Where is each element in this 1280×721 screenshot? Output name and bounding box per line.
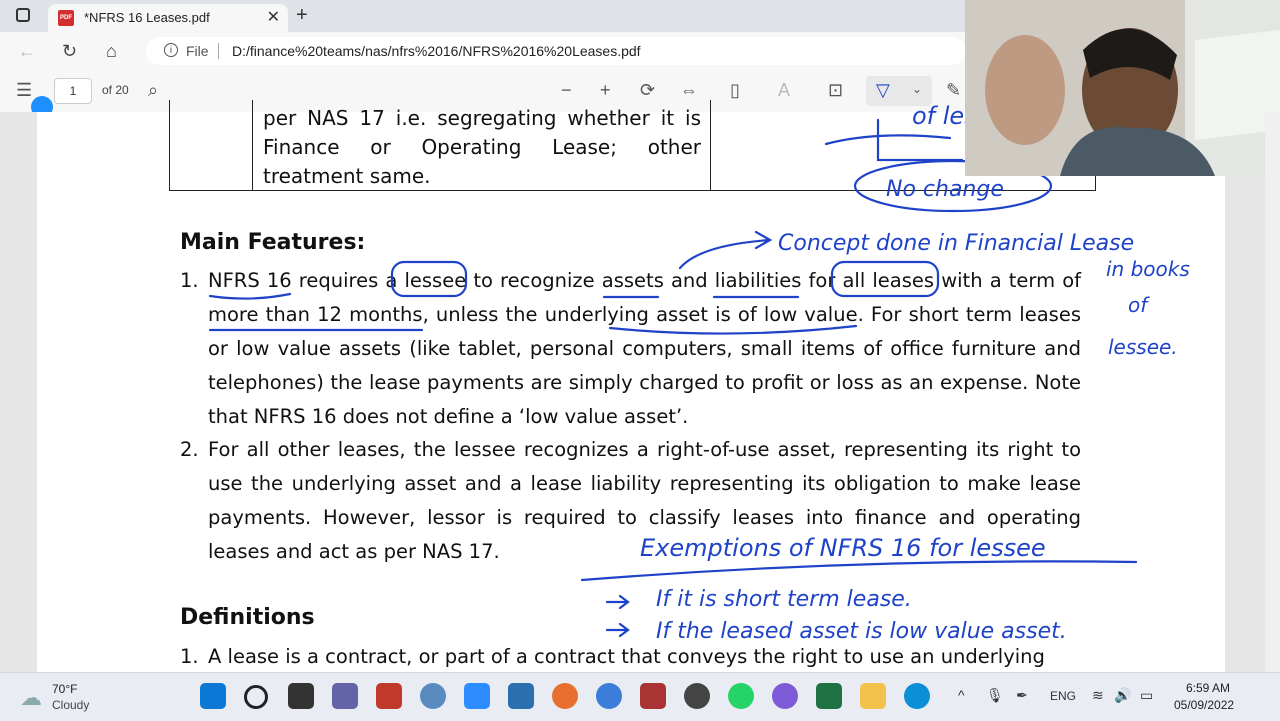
battery-icon[interactable]: ▭ <box>1140 687 1153 704</box>
weather-temp[interactable]: 70°F <box>52 682 77 696</box>
ink-arrow <box>605 594 630 610</box>
file-explorer-icon[interactable] <box>860 683 886 709</box>
chevron-up-icon[interactable]: ^ <box>958 687 965 703</box>
ink-text: No change <box>886 177 1004 202</box>
ink-text: If the leased asset is low value asset. <box>656 619 1067 644</box>
microphone-icon[interactable]: 🎙 <box>986 687 1004 704</box>
whatsapp-icon[interactable] <box>728 683 754 709</box>
ink-circle <box>390 260 468 298</box>
chrome-icon[interactable] <box>684 683 710 709</box>
weather-desc[interactable]: Cloudy <box>52 698 89 712</box>
cloud-icon: ☁ <box>20 685 42 710</box>
webcam-overlay <box>965 0 1280 176</box>
ink-text: lessee. <box>1108 335 1178 359</box>
ink-text: in books <box>1106 257 1190 281</box>
ink-text: If it is short term lease. <box>656 587 912 612</box>
quickbooks-icon[interactable] <box>596 683 622 709</box>
ink-arrow <box>678 238 772 270</box>
clock-time[interactable]: 6:59 AM <box>1186 681 1230 695</box>
ink-stroke <box>824 134 952 146</box>
ink-underline <box>208 292 292 300</box>
taskbar: ☁ 70°F Cloudy ^ 🎙 ✒ ENG ≋ 🔊 ▭ 6:59 AM 05… <box>0 672 1280 721</box>
ink-underline <box>608 324 858 335</box>
ink-underline <box>580 560 1138 582</box>
viber-icon[interactable] <box>772 683 798 709</box>
ink-circle <box>830 260 940 298</box>
ink-text: Exemptions of NFRS 16 for lessee <box>640 534 1046 562</box>
ink-arrow <box>605 622 630 638</box>
zoom-icon[interactable] <box>464 683 490 709</box>
app-icon[interactable] <box>640 683 666 709</box>
ink-text: of <box>1128 293 1150 317</box>
volume-icon[interactable]: 🔊 <box>1114 687 1131 704</box>
edge-icon[interactable] <box>904 683 930 709</box>
ink-text: Concept done in Financial Lease <box>778 231 1134 256</box>
pen-icon[interactable]: ✒ <box>1016 687 1028 704</box>
firefox-icon[interactable] <box>552 683 578 709</box>
network-app-icon[interactable] <box>420 683 446 709</box>
snipping-icon[interactable] <box>508 683 534 709</box>
wifi-icon[interactable]: ≋ <box>1092 687 1104 704</box>
task-view-icon[interactable] <box>288 683 314 709</box>
language-indicator[interactable]: ENG <box>1050 689 1076 703</box>
clock-date[interactable]: 05/09/2022 <box>1174 698 1234 712</box>
excel-icon[interactable] <box>816 683 842 709</box>
start-icon[interactable] <box>200 683 226 709</box>
search-icon[interactable] <box>244 685 268 709</box>
scrollbar[interactable] <box>1265 112 1280 672</box>
webcam-picture <box>965 0 1280 176</box>
tally-icon[interactable] <box>376 683 402 709</box>
teams-icon[interactable] <box>332 683 358 709</box>
